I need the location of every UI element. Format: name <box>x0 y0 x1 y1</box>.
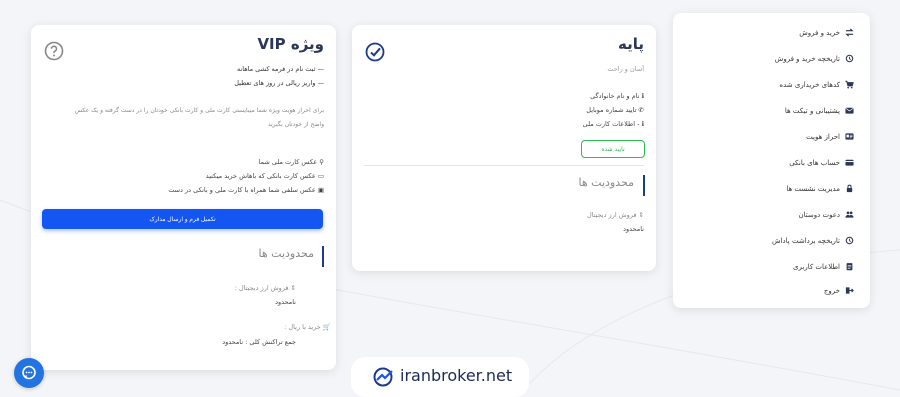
chat-support-button[interactable] <box>14 358 44 388</box>
vip-limit-1-label: ⇕ فروش ارز دیجیتال : <box>234 284 296 292</box>
history-icon <box>845 236 854 245</box>
vip-requirement-3: ▣ عکس سلفی شما همراه با کارت ملی و بانکی… <box>168 186 324 194</box>
vip-description-line-2: واضح از خودتان بگیرید <box>267 121 324 128</box>
sidebar-item-reward-history[interactable]: تاریخچه برداشت پاداش <box>772 236 854 245</box>
vip-bullet-2: — واریز ریالی در روز های تعطیل <box>234 79 324 87</box>
phone-icon: ✆ <box>636 106 644 114</box>
basic-limit-label: ⇕ فروش ارز دیجیتال <box>586 211 644 219</box>
basic-title: پایه <box>618 35 644 53</box>
sidebar-item-bank-accounts[interactable]: حساب های بانکی <box>789 158 854 167</box>
card-icon: ▭ <box>315 172 324 180</box>
divider <box>364 165 644 166</box>
sidebar-item-sessions[interactable]: مدیریت نشست ها <box>786 184 854 193</box>
verified-badge: تایید شده <box>581 140 645 158</box>
sidebar-item-label: تاریخچه برداشت پاداش <box>772 236 840 245</box>
vip-limit-2-label: 🛒 خرید با ریال : <box>284 323 331 331</box>
clipboard-icon <box>846 263 853 271</box>
vip-requirement-1: ⚲ عکس کارت ملی شما <box>258 158 324 166</box>
section-marker <box>322 246 324 267</box>
sidebar-item-support[interactable]: پشتیبانی و تیکت ها <box>785 106 854 115</box>
swap-icon: ⇕ <box>288 284 296 292</box>
envelope-icon <box>845 107 854 114</box>
sidebar-item-label: مدیریت نشست ها <box>786 184 840 193</box>
vip-limit-2-value: جمع تراکنش کلی : نامحدود <box>222 338 296 346</box>
id-card-icon <box>845 133 854 140</box>
sidebar-item-label: خرید و فروش <box>799 28 840 37</box>
vip-limits-title: محدودیت ها <box>258 247 314 260</box>
sidebar-item-label: پشتیبانی و تیکت ها <box>784 106 840 115</box>
brand-name: iranbroker.net <box>400 366 513 385</box>
vip-level-card: ویژه VIP — ثبت نام در فرمه کشی ماهانه — … <box>31 25 336 370</box>
info-icon: ℹ - <box>635 120 644 128</box>
vip-title: ویژه VIP <box>257 35 324 53</box>
brand-logo-icon <box>373 367 393 387</box>
sidebar-item-label: دعوت دوستان <box>798 210 840 219</box>
basic-limit-value: نامحدود <box>623 225 644 233</box>
cart-icon: 🛒 <box>320 323 331 331</box>
vip-bullet-1: — ثبت نام در فرمه کشی ماهانه <box>236 65 324 73</box>
basic-feature-name: ℹ نام و نام خانوادگی <box>590 92 644 100</box>
history-icon <box>845 54 854 63</box>
sidebar-item-trade[interactable]: خرید و فروش <box>799 28 854 37</box>
submit-documents-button[interactable]: تکمیل فرم و ارسال مدارک <box>42 209 323 229</box>
vip-description-line-1: برای احراز هویت ویژه شما میبایستی کارت م… <box>74 107 324 114</box>
basic-limits-title: محدودیت ها <box>578 176 634 189</box>
check-circle-icon <box>365 42 385 62</box>
users-icon <box>845 211 854 218</box>
lock-icon <box>846 184 853 193</box>
section-marker <box>643 175 645 196</box>
exchange-icon <box>845 28 854 37</box>
sidebar-item-label: خروج <box>823 286 840 295</box>
user-icon: ⚲ <box>317 158 324 166</box>
swap-icon: ⇕ <box>636 211 644 219</box>
chat-bubble-icon <box>22 365 36 380</box>
sidebar-item-purchased-codes[interactable]: کدهای خریداری شده <box>779 80 854 89</box>
logout-icon <box>845 287 854 294</box>
sidebar-item-logout[interactable]: خروج <box>824 286 854 295</box>
cart-icon <box>845 80 854 89</box>
user-icon: ℹ <box>639 92 644 100</box>
basic-subtitle: آسان و راحت <box>607 65 644 73</box>
sidebar-item-label: کدهای خریداری شده <box>779 80 840 89</box>
bank-card-icon <box>845 159 854 166</box>
sidebar-menu: خرید و فروش تاریخچه خرید و فروش کدهای خر… <box>673 13 870 308</box>
basic-feature-national-card: ℹ - اطلاعات کارت ملی <box>582 120 644 128</box>
brand-watermark: iranbroker.net <box>351 357 529 397</box>
basic-level-card: پایه آسان و راحت ℹ نام و نام خانوادگی ✆ … <box>352 25 656 271</box>
question-circle-icon <box>44 41 64 61</box>
sidebar-item-label: حساب های بانکی <box>789 158 840 167</box>
sidebar-item-label: تاریخچه خرید و فروش <box>774 54 840 63</box>
image-icon: ▣ <box>315 186 324 194</box>
sidebar-item-label: اطلاعات کاربری <box>793 262 840 271</box>
sidebar-item-label: احراز هویت <box>806 132 840 141</box>
sidebar-item-kyc[interactable]: احراز هویت <box>806 132 854 141</box>
sidebar-item-profile[interactable]: اطلاعات کاربری <box>793 262 854 271</box>
sidebar-item-invite[interactable]: دعوت دوستان <box>799 210 854 219</box>
sidebar-item-trade-history[interactable]: تاریخچه خرید و فروش <box>775 54 854 63</box>
vip-limit-1-value: نامحدود <box>275 298 296 306</box>
basic-feature-mobile: ✆ تایید شماره موبایل <box>586 106 644 114</box>
vip-requirement-2: ▭ عکس کارت بانکی که باهاش خرید میکنید <box>205 172 324 180</box>
